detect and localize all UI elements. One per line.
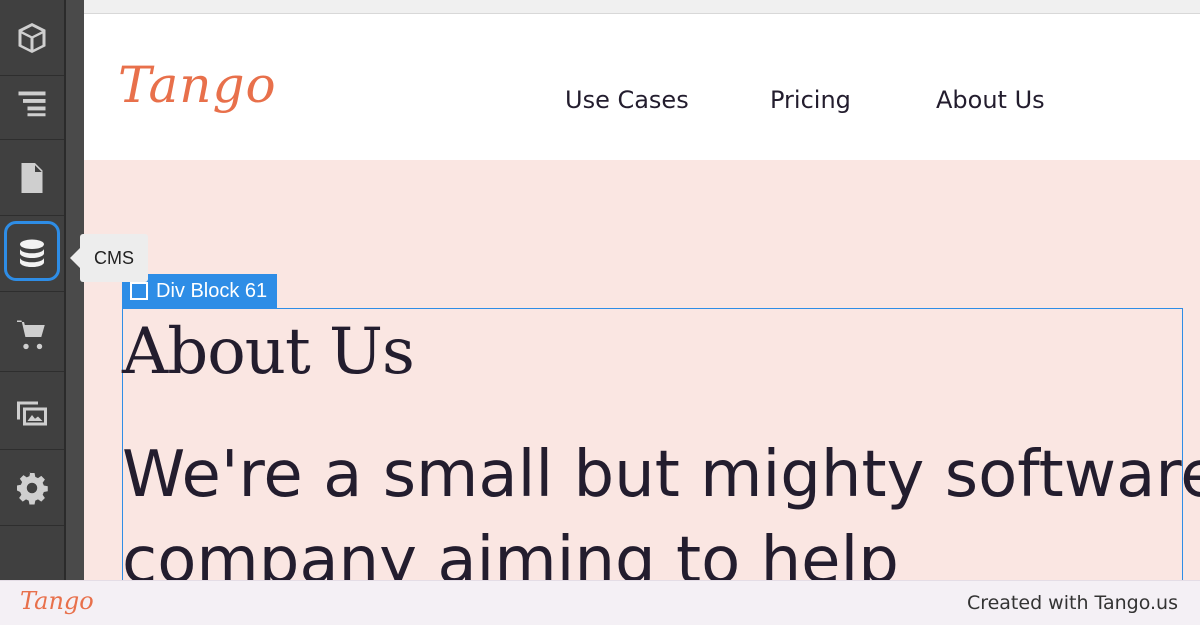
pages-icon bbox=[21, 162, 43, 193]
site-logo[interactable]: Tango bbox=[118, 56, 308, 136]
selected-element-name: Div Block 61 bbox=[156, 279, 268, 302]
toolbar-divider bbox=[66, 0, 84, 580]
nav-about-us[interactable]: About Us bbox=[936, 86, 1045, 114]
editor-toolbar bbox=[0, 0, 66, 580]
footer-credit: Created with Tango.us bbox=[966, 592, 1178, 614]
assets-icon bbox=[17, 401, 47, 425]
navigator-icon bbox=[18, 91, 46, 116]
nav-use-cases[interactable]: Use Cases bbox=[565, 86, 689, 114]
canvas-top-edge bbox=[84, 0, 1200, 14]
cms-button[interactable] bbox=[0, 216, 64, 292]
about-paragraph[interactable]: We're a small but mighty software compan… bbox=[122, 432, 1200, 580]
cart-icon bbox=[17, 320, 45, 349]
assets-button[interactable] bbox=[0, 374, 64, 450]
pages-button[interactable] bbox=[0, 140, 64, 216]
gear-icon bbox=[17, 471, 48, 504]
navigator-button[interactable] bbox=[0, 64, 64, 140]
nav-pricing[interactable]: Pricing bbox=[770, 86, 851, 114]
settings-button[interactable] bbox=[0, 450, 64, 526]
cms-tooltip: CMS bbox=[80, 234, 148, 282]
element-square-icon bbox=[130, 282, 148, 300]
tooltip-arrow bbox=[70, 248, 80, 268]
active-tool-ring bbox=[4, 221, 60, 281]
page-heading[interactable]: About Us bbox=[122, 315, 415, 389]
logo-text: Tango bbox=[118, 56, 277, 114]
ecommerce-button[interactable] bbox=[0, 296, 64, 372]
cube-icon bbox=[18, 22, 46, 53]
footer-logo: Tango bbox=[20, 587, 94, 615]
design-canvas[interactable]: Tango Use Cases Pricing About Us Div Blo… bbox=[84, 0, 1200, 580]
site-navbar[interactable]: Tango Use Cases Pricing About Us bbox=[84, 14, 1200, 160]
tango-footer: Tango Created with Tango.us bbox=[0, 580, 1200, 625]
